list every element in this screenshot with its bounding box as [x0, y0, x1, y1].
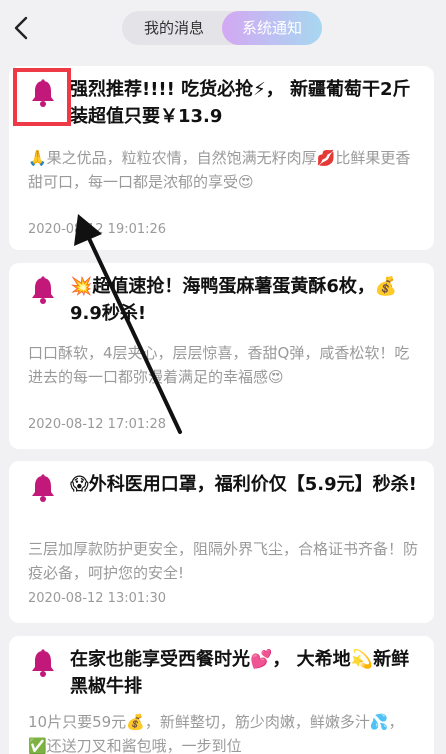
bell-icon — [28, 275, 58, 305]
tab-system-notifications[interactable]: 系统通知 — [222, 11, 322, 45]
notification-title: 💥超值速抢！海鸭蛋麻薯蛋黄酥6枚，💰9.9秒杀! — [70, 276, 398, 324]
top-navigation-bar: 我的消息 系统通知 — [0, 0, 446, 56]
notification-card[interactable]: 💥超值速抢！海鸭蛋麻薯蛋黄酥6枚，💰9.9秒杀! 口口酥软，4层夹心，层层惊喜，… — [9, 263, 434, 449]
tab-my-messages[interactable]: 我的消息 — [128, 11, 220, 45]
highlight-box — [13, 68, 71, 126]
bell-icon — [28, 473, 58, 503]
bell-icon — [28, 648, 58, 678]
notification-timestamp: 2020-08-12 19:01:26 — [28, 222, 167, 237]
notification-card[interactable]: 在家也能享受西餐时光💕， 大希地💫新鲜黑椒牛排 10片只要59元💰，新鲜整切，筋… — [9, 636, 434, 754]
notification-timestamp: 2020-08-12 13:01:30 — [28, 591, 167, 606]
notification-body: 三层加厚款防护更安全，阻隔外界飞尘，合格证书齐备！防疫必备，呵护您的安全! — [28, 540, 419, 582]
segmented-tab-control: 我的消息 系统通知 — [122, 11, 322, 45]
notification-card[interactable]: 强烈推荐!!!! 吃货必抢⚡， 新疆葡萄干2斤装超值只要￥13.9 🙏果之优品，… — [9, 66, 434, 250]
notification-body: 口口酥软，4层夹心，层层惊喜，香甜Q弹，咸香松软！吃进去的每一口都弥漫着满足的幸… — [28, 344, 410, 386]
chevron-left-icon[interactable] — [10, 14, 36, 42]
notification-card[interactable]: 😱外科医用口罩，福利价仅【5.9元】秒杀! 三层加厚款防护更安全，阻隔外界飞尘，… — [9, 461, 434, 623]
notification-title: 在家也能享受西餐时光💕， 大希地💫新鲜黑椒牛排 — [70, 649, 410, 697]
notification-body: 🙏果之优品，粒粒农情，自然饱满无籽肉厚💋比鲜果更香甜可口，每一口都是浓郁的享受😍 — [28, 149, 411, 191]
notification-timestamp: 2020-08-12 17:01:28 — [28, 417, 167, 432]
notification-body: 10片只要59元💰，新鲜整切，筋少肉嫩，鲜嫩多汁💦，✅还送刀叉和酱包哦，一步到位 — [28, 713, 404, 754]
notification-title: 强烈推荐!!!! 吃货必抢⚡， 新疆葡萄干2斤装超值只要￥13.9 — [70, 79, 411, 127]
notification-title: 😱外科医用口罩，福利价仅【5.9元】秒杀! — [70, 474, 417, 495]
